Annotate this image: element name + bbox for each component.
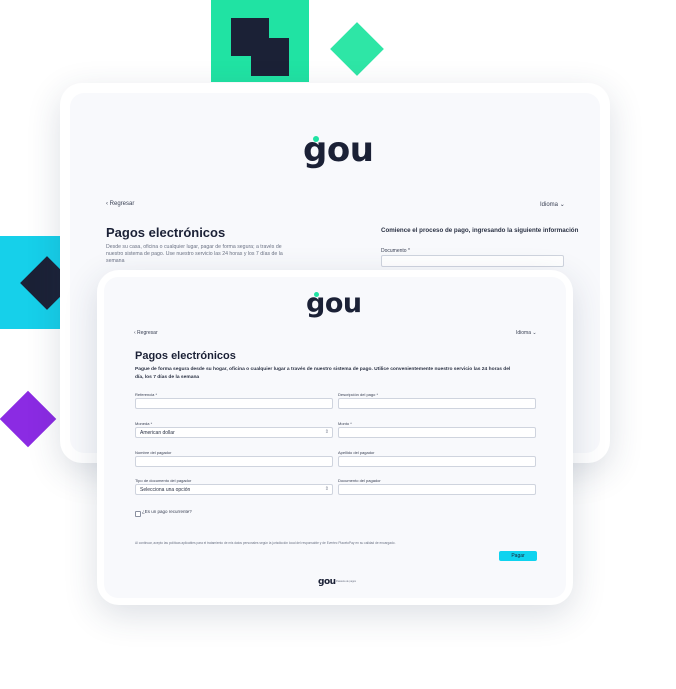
up-down-chevron-icon: ⇕ <box>324 429 329 435</box>
decorative-purple-diamond <box>0 390 57 448</box>
moneda-select[interactable]: American dollar ⇕ <box>135 427 333 438</box>
moneda-label: Moneda * <box>135 421 153 426</box>
tipo-documento-select[interactable]: Selecciona una opción ⇕ <box>135 484 333 495</box>
page-title: Pagos electrónicos <box>135 350 236 362</box>
nombre-label: Nombre del pagador <box>135 450 172 455</box>
page-title: Pagos electrónicos <box>106 225 226 240</box>
documento-label: Documento del pagador <box>338 478 381 483</box>
referencia-label: Referencia * <box>135 392 158 397</box>
front-tablet: gou ‹ Regresar Idioma ⌄ Pagos electrónic… <box>97 270 573 605</box>
nombre-input[interactable] <box>135 456 333 467</box>
decorative-green-square <box>211 0 309 82</box>
page-subtitle: Pague de forma segura desde su hogar, of… <box>135 367 511 380</box>
monto-input[interactable] <box>338 427 536 438</box>
language-selector[interactable]: Idioma ⌄ <box>540 201 565 208</box>
up-down-chevron-icon: ⇕ <box>324 486 329 492</box>
chevron-down-icon: ⌄ <box>532 330 537 336</box>
gou-logo: gou <box>303 130 374 170</box>
page-description: Desde su casa, oficina o cualquier lugar… <box>106 244 283 264</box>
descripcion-label: Descripción del pago * <box>338 392 379 397</box>
document-input[interactable] <box>381 255 564 267</box>
front-tablet-screen: gou ‹ Regresar Idioma ⌄ Pagos electrónic… <box>104 277 566 598</box>
side-heading: Comience el proceso de pago, ingresando … <box>381 227 579 234</box>
descripcion-input[interactable] <box>338 398 536 409</box>
gou-logo: gou <box>306 288 362 319</box>
apellido-label: Apellido del pagador <box>338 450 375 455</box>
footer-tagline: Pasarela de pagos <box>336 580 356 583</box>
document-label: Documento * <box>381 248 410 254</box>
pay-button[interactable]: Pagar <box>499 551 537 561</box>
tipo-documento-label: Tipo de documento del pagador <box>135 478 192 483</box>
footer-gou-logo: gou <box>318 577 336 587</box>
monto-label: Monto * <box>338 421 352 426</box>
back-link[interactable]: ‹ Regresar <box>106 201 134 207</box>
recurrent-label: ¿Es un pago recurrente? <box>142 509 192 514</box>
decorative-navy-block <box>251 38 289 76</box>
back-link[interactable]: ‹ Regresar <box>134 330 158 336</box>
decorative-green-diamond <box>330 22 384 76</box>
terms-text: Al continuar, acepto las políticas aplic… <box>135 541 396 545</box>
apellido-input[interactable] <box>338 456 536 467</box>
recurrent-checkbox[interactable] <box>135 511 141 517</box>
referencia-input[interactable] <box>135 398 333 409</box>
chevron-down-icon: ⌄ <box>559 202 565 208</box>
documento-input[interactable] <box>338 484 536 495</box>
language-selector[interactable]: Idioma ⌄ <box>516 330 537 336</box>
